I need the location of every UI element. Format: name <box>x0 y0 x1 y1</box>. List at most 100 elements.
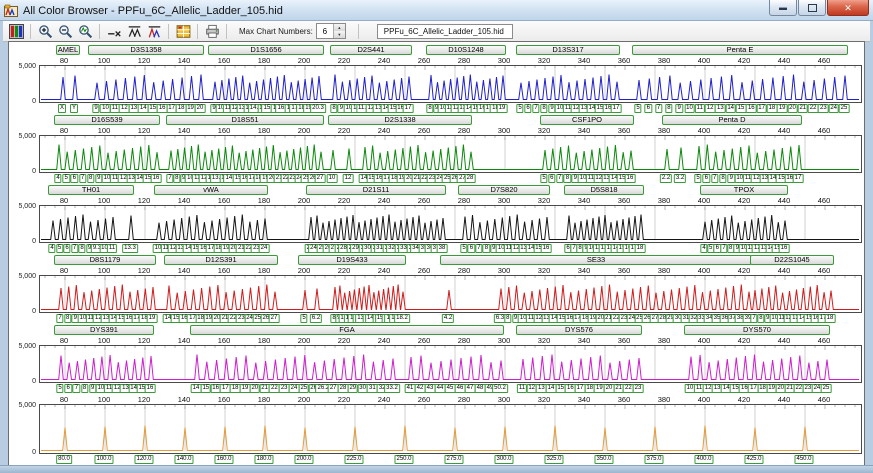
axis-tick-label: 220 <box>337 266 351 275</box>
title-bar[interactable]: All Color Browser - PPFu_6C_Allelic_Ladd… <box>0 0 873 21</box>
allele-label: 17 <box>792 174 804 183</box>
axis-tick-label: 340 <box>577 126 591 135</box>
axis-tick-label: 160 <box>217 126 231 135</box>
y-axis: 5,000 0 <box>9 133 39 175</box>
axis-tick-label: 460 <box>817 196 831 205</box>
allele-label: 5 <box>55 244 64 253</box>
report-button[interactable] <box>173 22 193 40</box>
axis-tick-label: 160 <box>217 56 231 65</box>
axis-tick-label: 100 <box>97 395 111 404</box>
marker-strip: DYS391 FGA DYS576 DYS570 <box>39 325 860 336</box>
allele-label: 20.3 <box>310 104 326 113</box>
axis-tick-label: 320 <box>537 266 551 275</box>
size-standard-button[interactable] <box>104 22 124 40</box>
marker-label-vwa: vWA <box>154 185 268 195</box>
axis-tick-label: 280 <box>457 395 471 404</box>
marker-strip: D16S539 D18S51 D2S1338 CSF1PO Penta D <box>39 115 860 126</box>
allele-label: 16 <box>745 104 757 113</box>
axis-tick-label: 240 <box>377 336 391 345</box>
allele-label: 20 <box>194 104 206 113</box>
allele-label: 18 <box>824 314 836 323</box>
marker-strip: AMEL D3S1358 D1S1656 D2S441 D10S1248 D13S317 P… <box>39 45 860 56</box>
y-min-label: 0 <box>32 238 36 245</box>
zoom-in-button[interactable] <box>35 22 55 40</box>
all-color-button[interactable] <box>6 22 26 40</box>
marker-label-d8s1179: D8S1179 <box>54 255 156 265</box>
y-max-label: 5,000 <box>18 63 36 70</box>
axis-tick-label: 320 <box>537 196 551 205</box>
allele-label: 6 <box>702 174 710 183</box>
minimize-button[interactable]: ▬ <box>769 0 797 16</box>
allele-label: 8 <box>665 104 673 113</box>
zoom-out-button[interactable] <box>55 22 75 40</box>
allele-label: 6 <box>524 104 532 113</box>
y-min-label: 0 <box>32 308 36 315</box>
x-axis: 80 100 120 140 160 180 200 220 240 260 280 300 320 34… <box>39 336 860 345</box>
allele-call-button[interactable] <box>144 22 164 40</box>
allele-label: 6 <box>70 174 78 183</box>
electropherogram-red[interactable] <box>39 275 862 313</box>
size-label: 80.0 <box>56 455 72 464</box>
allele-label: 19 <box>146 314 158 323</box>
axis-tick-label: 140 <box>177 196 191 205</box>
axis-tick-label: 440 <box>777 336 791 345</box>
axis-tick-label: 460 <box>817 126 831 135</box>
file-tab[interactable]: PPFu_6C_Allelic_Ladder_105.hid <box>376 23 513 39</box>
axis-tick-label: 120 <box>137 336 151 345</box>
size-match-button[interactable] <box>124 22 144 40</box>
toolbar-separator <box>357 23 359 39</box>
allele-label-strip: 456789101112131415167891011121313.21414.… <box>39 173 860 183</box>
size-label: 400.0 <box>694 455 714 464</box>
allele-label: 23 <box>818 104 829 113</box>
axis-tick-label: 200 <box>297 56 311 65</box>
dye-row-black: TH01 vWA D21S11 D7S820 D5S818 TPOX 80 100 120 140… <box>9 185 864 253</box>
axis-tick-label: 460 <box>817 56 831 65</box>
allele-label-strip: 5 6 7 8 9 10 11 12 13 14 15 16 14 15 16 17 18 19 20 21 22 23 2… <box>39 383 860 393</box>
max-chart-numbers-spinner[interactable]: 6 ▲ ▼ <box>315 23 346 39</box>
electropherogram-green[interactable] <box>39 135 862 173</box>
axis-tick-label: 440 <box>777 266 791 275</box>
green-trace <box>41 136 859 170</box>
electropherogram-black[interactable] <box>39 205 862 243</box>
axis-tick-label: 180 <box>257 126 271 135</box>
allele-label: 50.2 <box>492 384 508 393</box>
allele-label: 6 <box>64 384 72 393</box>
marker-strip: D8S1179 D12S391 D19S433 SE33 D22S1045 <box>39 255 860 266</box>
size-label: 250.0 <box>394 455 414 464</box>
allele-label: 5 <box>460 244 468 253</box>
axis-tick-label: 120 <box>137 395 151 404</box>
axis-tick-label: 240 <box>377 266 391 275</box>
axis-tick-label: 260 <box>417 336 431 345</box>
y-axis: 5,000 0 <box>9 402 39 456</box>
close-button[interactable]: ✕ <box>827 0 869 16</box>
maximize-button[interactable] <box>798 0 826 16</box>
zoom-chart-button[interactable] <box>75 22 95 40</box>
size-label: 180.0 <box>254 455 274 464</box>
axis-tick-label: 300 <box>497 196 511 205</box>
window-title: All Color Browser - PPFu_6C_Allelic_Ladd… <box>23 4 283 17</box>
allele-label: 8 <box>86 174 95 183</box>
allele-label: 8 <box>563 174 572 183</box>
toolbar-separator <box>168 23 169 39</box>
spinner-down-button[interactable]: ▼ <box>333 31 345 38</box>
marker-label-amel: AMEL <box>56 45 80 55</box>
axis-tick-label: 100 <box>97 56 111 65</box>
electropherogram-magenta[interactable] <box>39 345 862 383</box>
allele-label: 13.3 <box>122 244 138 253</box>
marker-label-d22s1045: D22S1045 <box>750 255 834 265</box>
axis-tick-label: 440 <box>777 196 791 205</box>
axis-tick-label: 360 <box>617 196 631 205</box>
allele-label: 5 <box>62 174 70 183</box>
blue-trace <box>41 66 859 100</box>
electropherogram-orange[interactable] <box>39 404 862 454</box>
allele-label: 18 <box>634 244 646 253</box>
axis-tick-label: 180 <box>257 395 271 404</box>
toolbar-separator <box>226 23 227 39</box>
red-trace <box>41 276 859 310</box>
axis-tick-label: 220 <box>337 126 351 135</box>
electropherogram-blue[interactable] <box>39 65 862 103</box>
print-button[interactable] <box>202 22 222 40</box>
marker-label-d13s317: D13S317 <box>516 45 620 55</box>
spinner-up-button[interactable]: ▲ <box>333 24 345 31</box>
axis-tick-label: 140 <box>177 56 191 65</box>
